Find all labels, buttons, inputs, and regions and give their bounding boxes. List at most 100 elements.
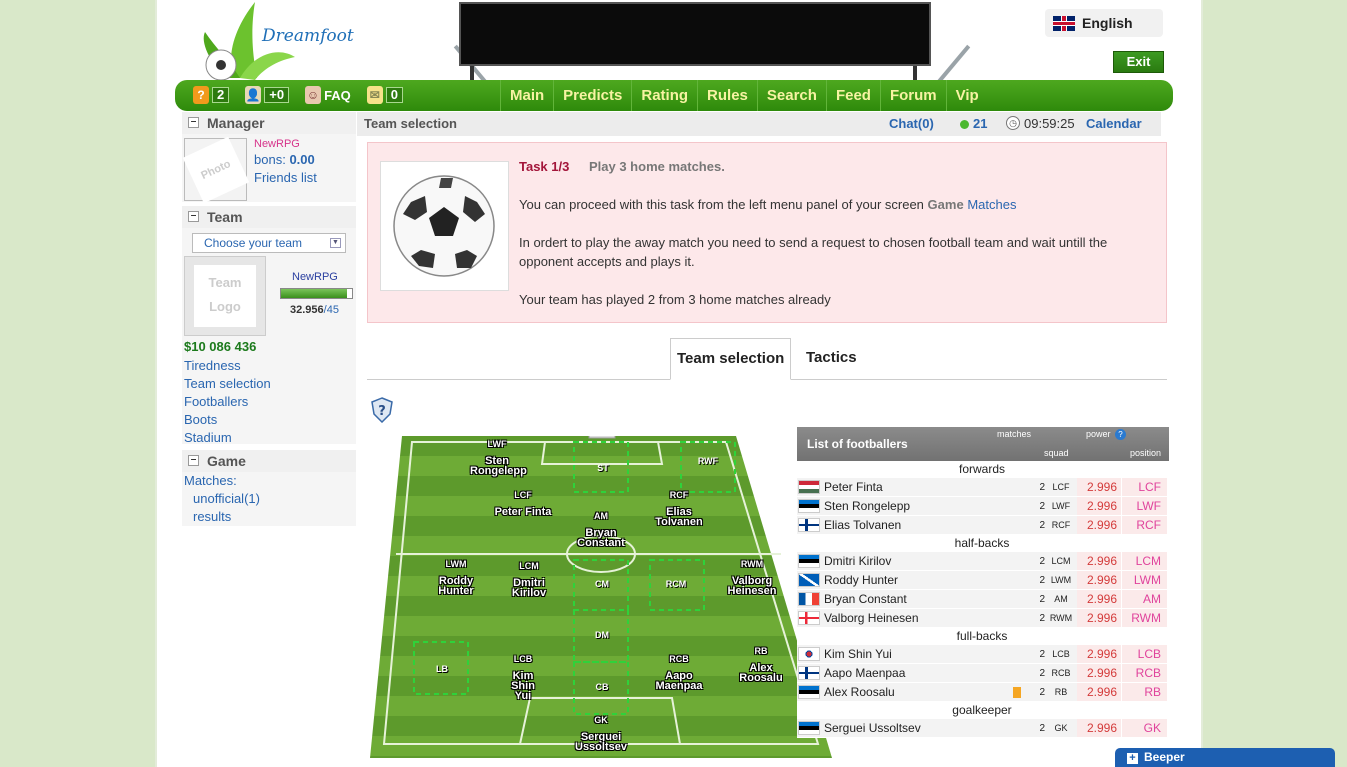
player-rwm[interactable]: RWM Valborg Heinesen [717, 558, 787, 611]
list-title: List of footballers [807, 437, 908, 451]
menu-rules[interactable]: Rules [697, 80, 757, 111]
stadium-link[interactable]: Stadium [184, 429, 271, 447]
footballer-name[interactable]: Bryan Constant [824, 592, 1031, 606]
results-link[interactable]: results [184, 508, 260, 526]
footballer-squad: GK [1054, 723, 1068, 733]
bons-line: bons: 0.00 [254, 152, 315, 167]
tab-tactics[interactable]: Tactics [800, 338, 863, 380]
footballer-name[interactable]: Dmitri Kirilov [824, 554, 1031, 568]
menu-vip[interactable]: Vip [945, 80, 988, 111]
mail-button[interactable]: ✉ 0 [366, 86, 404, 104]
footballer-row[interactable]: Aapo Maenpaa 2 RCB 2.996 RCB [797, 664, 1167, 683]
menu-forum[interactable]: Forum [879, 80, 946, 111]
menu-predicts[interactable]: Predicts [553, 80, 631, 111]
footballer-name[interactable]: Elias Tolvanen [824, 518, 1031, 532]
unofficial-matches-link[interactable]: unofficial(1) [184, 490, 260, 508]
task-line-2: In ordert to play the away match you nee… [519, 235, 1108, 269]
col-squad: squad [1044, 448, 1069, 458]
exit-button[interactable]: Exit [1113, 51, 1164, 73]
tiredness-link[interactable]: Tiredness [184, 357, 271, 375]
football-pitch: ST RWF CM RCM DM LB CB LWF Sten Rongelep… [370, 429, 832, 767]
menu-main[interactable]: Main [500, 80, 553, 111]
footballer-name[interactable]: Alex Roosalu [824, 685, 1013, 699]
footballer-name[interactable]: Valborg Heinesen [824, 611, 1031, 625]
footballer-name[interactable]: Sten Rongelepp [824, 499, 1031, 513]
footballer-name[interactable]: Peter Finta [824, 480, 1031, 494]
yellow-card-icon [1013, 686, 1021, 698]
footballer-row[interactable]: Kim Shin Yui 2 LCB 2.996 LCB [797, 645, 1167, 664]
notifications-button[interactable]: ? 2 [193, 86, 230, 104]
page-title: Team selection [364, 116, 457, 131]
menu-search[interactable]: Search [756, 80, 826, 111]
footballer-row[interactable]: Sten Rongelepp 2 LWF 2.996 LWF [797, 497, 1167, 516]
footballer-row[interactable]: Dmitri Kirilov 2 LCM 2.996 LCM [797, 552, 1167, 571]
footballer-name[interactable]: Aapo Maenpaa [824, 666, 1031, 680]
team-name[interactable]: NewRPG [292, 271, 338, 283]
friends-list-link[interactable]: Friends list [254, 170, 317, 185]
hungary-flag-icon [798, 480, 820, 494]
game-panel-header[interactable]: – Game [182, 450, 356, 472]
footballer-name[interactable]: Roddy Hunter [824, 573, 1031, 587]
player-lcf[interactable]: LCF Peter Finta [488, 489, 558, 542]
zone-rwf[interactable]: RWF [688, 456, 728, 466]
footballer-position: RCB [1121, 664, 1167, 682]
menu-feed[interactable]: Feed [825, 80, 880, 111]
footballer-name[interactable]: Kim Shin Yui [824, 647, 1031, 661]
zone-cm[interactable]: CM [582, 579, 622, 589]
task-matches-link[interactable]: Matches [967, 197, 1016, 212]
help-shield-icon[interactable]: ? [371, 397, 393, 424]
online-count[interactable]: 21 [973, 116, 987, 131]
player-rcb[interactable]: RCB Aapo Maenpaa [644, 653, 714, 706]
team-logo[interactable]: Team Logo [184, 256, 266, 336]
footballers-link[interactable]: Footballers [184, 393, 271, 411]
team-selection-link[interactable]: Team selection [184, 375, 271, 393]
manager-panel-header[interactable]: – Manager [182, 112, 356, 134]
player-lcm[interactable]: LCM Dmitri Kirilov [494, 560, 564, 613]
footballer-row[interactable]: Valborg Heinesen 2 RWM 2.996 RWM [797, 609, 1167, 628]
footballer-row[interactable]: Elias Tolvanen 2 RCF 2.996 RCF [797, 516, 1167, 535]
mail-count: 0 [385, 87, 404, 103]
collapse-icon[interactable]: – [188, 117, 199, 128]
tab-team-selection[interactable]: Team selection [670, 338, 792, 380]
footballer-row[interactable]: Peter Finta 2 LCF 2.996 LCF [797, 478, 1167, 497]
player-lwf[interactable]: LWF Sten Rongelepp [462, 438, 532, 491]
faq-button[interactable]: ☺ FAQ [305, 86, 351, 104]
menu-rating[interactable]: Rating [631, 80, 697, 111]
footballer-name[interactable]: Serguei Ussoltsev [824, 721, 1031, 735]
task-game-link[interactable]: Game [928, 197, 964, 212]
zone-lb[interactable]: LB [422, 664, 462, 674]
player-rcf[interactable]: RCF Elias Tolvanen [644, 489, 714, 542]
calendar-link[interactable]: Calendar [1086, 116, 1142, 131]
footballer-row[interactable]: Bryan Constant 2 AM 2.996 AM [797, 590, 1167, 609]
power-help-icon[interactable]: ? [1115, 429, 1126, 440]
boots-link[interactable]: Boots [184, 411, 271, 429]
zone-st[interactable]: ST [583, 463, 623, 473]
task-line-1-text: You can proceed with this task from the … [519, 197, 924, 212]
zone-cb[interactable]: CB [582, 682, 622, 692]
player-lwm[interactable]: LWM Roddy Hunter [421, 558, 491, 611]
zone-dm[interactable]: DM [582, 630, 622, 640]
team-select[interactable]: Choose your team ▼ [192, 233, 346, 253]
beeper-button[interactable]: + Beeper [1115, 748, 1335, 767]
collapse-icon[interactable]: – [188, 211, 199, 222]
collapse-icon[interactable]: – [188, 455, 199, 466]
footballer-matches: 2 [1039, 667, 1045, 679]
friends-count: +0 [264, 87, 290, 103]
language-selector[interactable]: English [1045, 9, 1163, 37]
footballer-position: LCM [1121, 552, 1167, 570]
team-panel-header[interactable]: – Team [182, 206, 356, 228]
player-rb[interactable]: RB Alex Roosalu [726, 645, 796, 698]
player-position: LCF [514, 490, 532, 500]
player-am[interactable]: AM Bryan Constant [566, 510, 636, 563]
footballer-row[interactable]: Serguei Ussoltsev 2 GK 2.996 GK [797, 719, 1167, 738]
manager-username[interactable]: NewRPG [254, 138, 300, 150]
chat-link[interactable]: Chat(0) [889, 116, 934, 131]
player-gk[interactable]: GK Serguei Ussoltsev [566, 714, 636, 767]
player-lcb[interactable]: LCB Kim Shin Yui [488, 653, 558, 706]
footballer-position: AM [1121, 590, 1167, 608]
footballer-row[interactable]: Alex Roosalu 2 RB 2.996 RB [797, 683, 1167, 702]
friends-button[interactable]: 👤 +0 [245, 86, 290, 104]
zone-rcm[interactable]: RCM [656, 579, 696, 589]
manager-photo[interactable]: Photo [182, 136, 249, 203]
footballer-row[interactable]: Roddy Hunter 2 LWM 2.996 LWM [797, 571, 1167, 590]
